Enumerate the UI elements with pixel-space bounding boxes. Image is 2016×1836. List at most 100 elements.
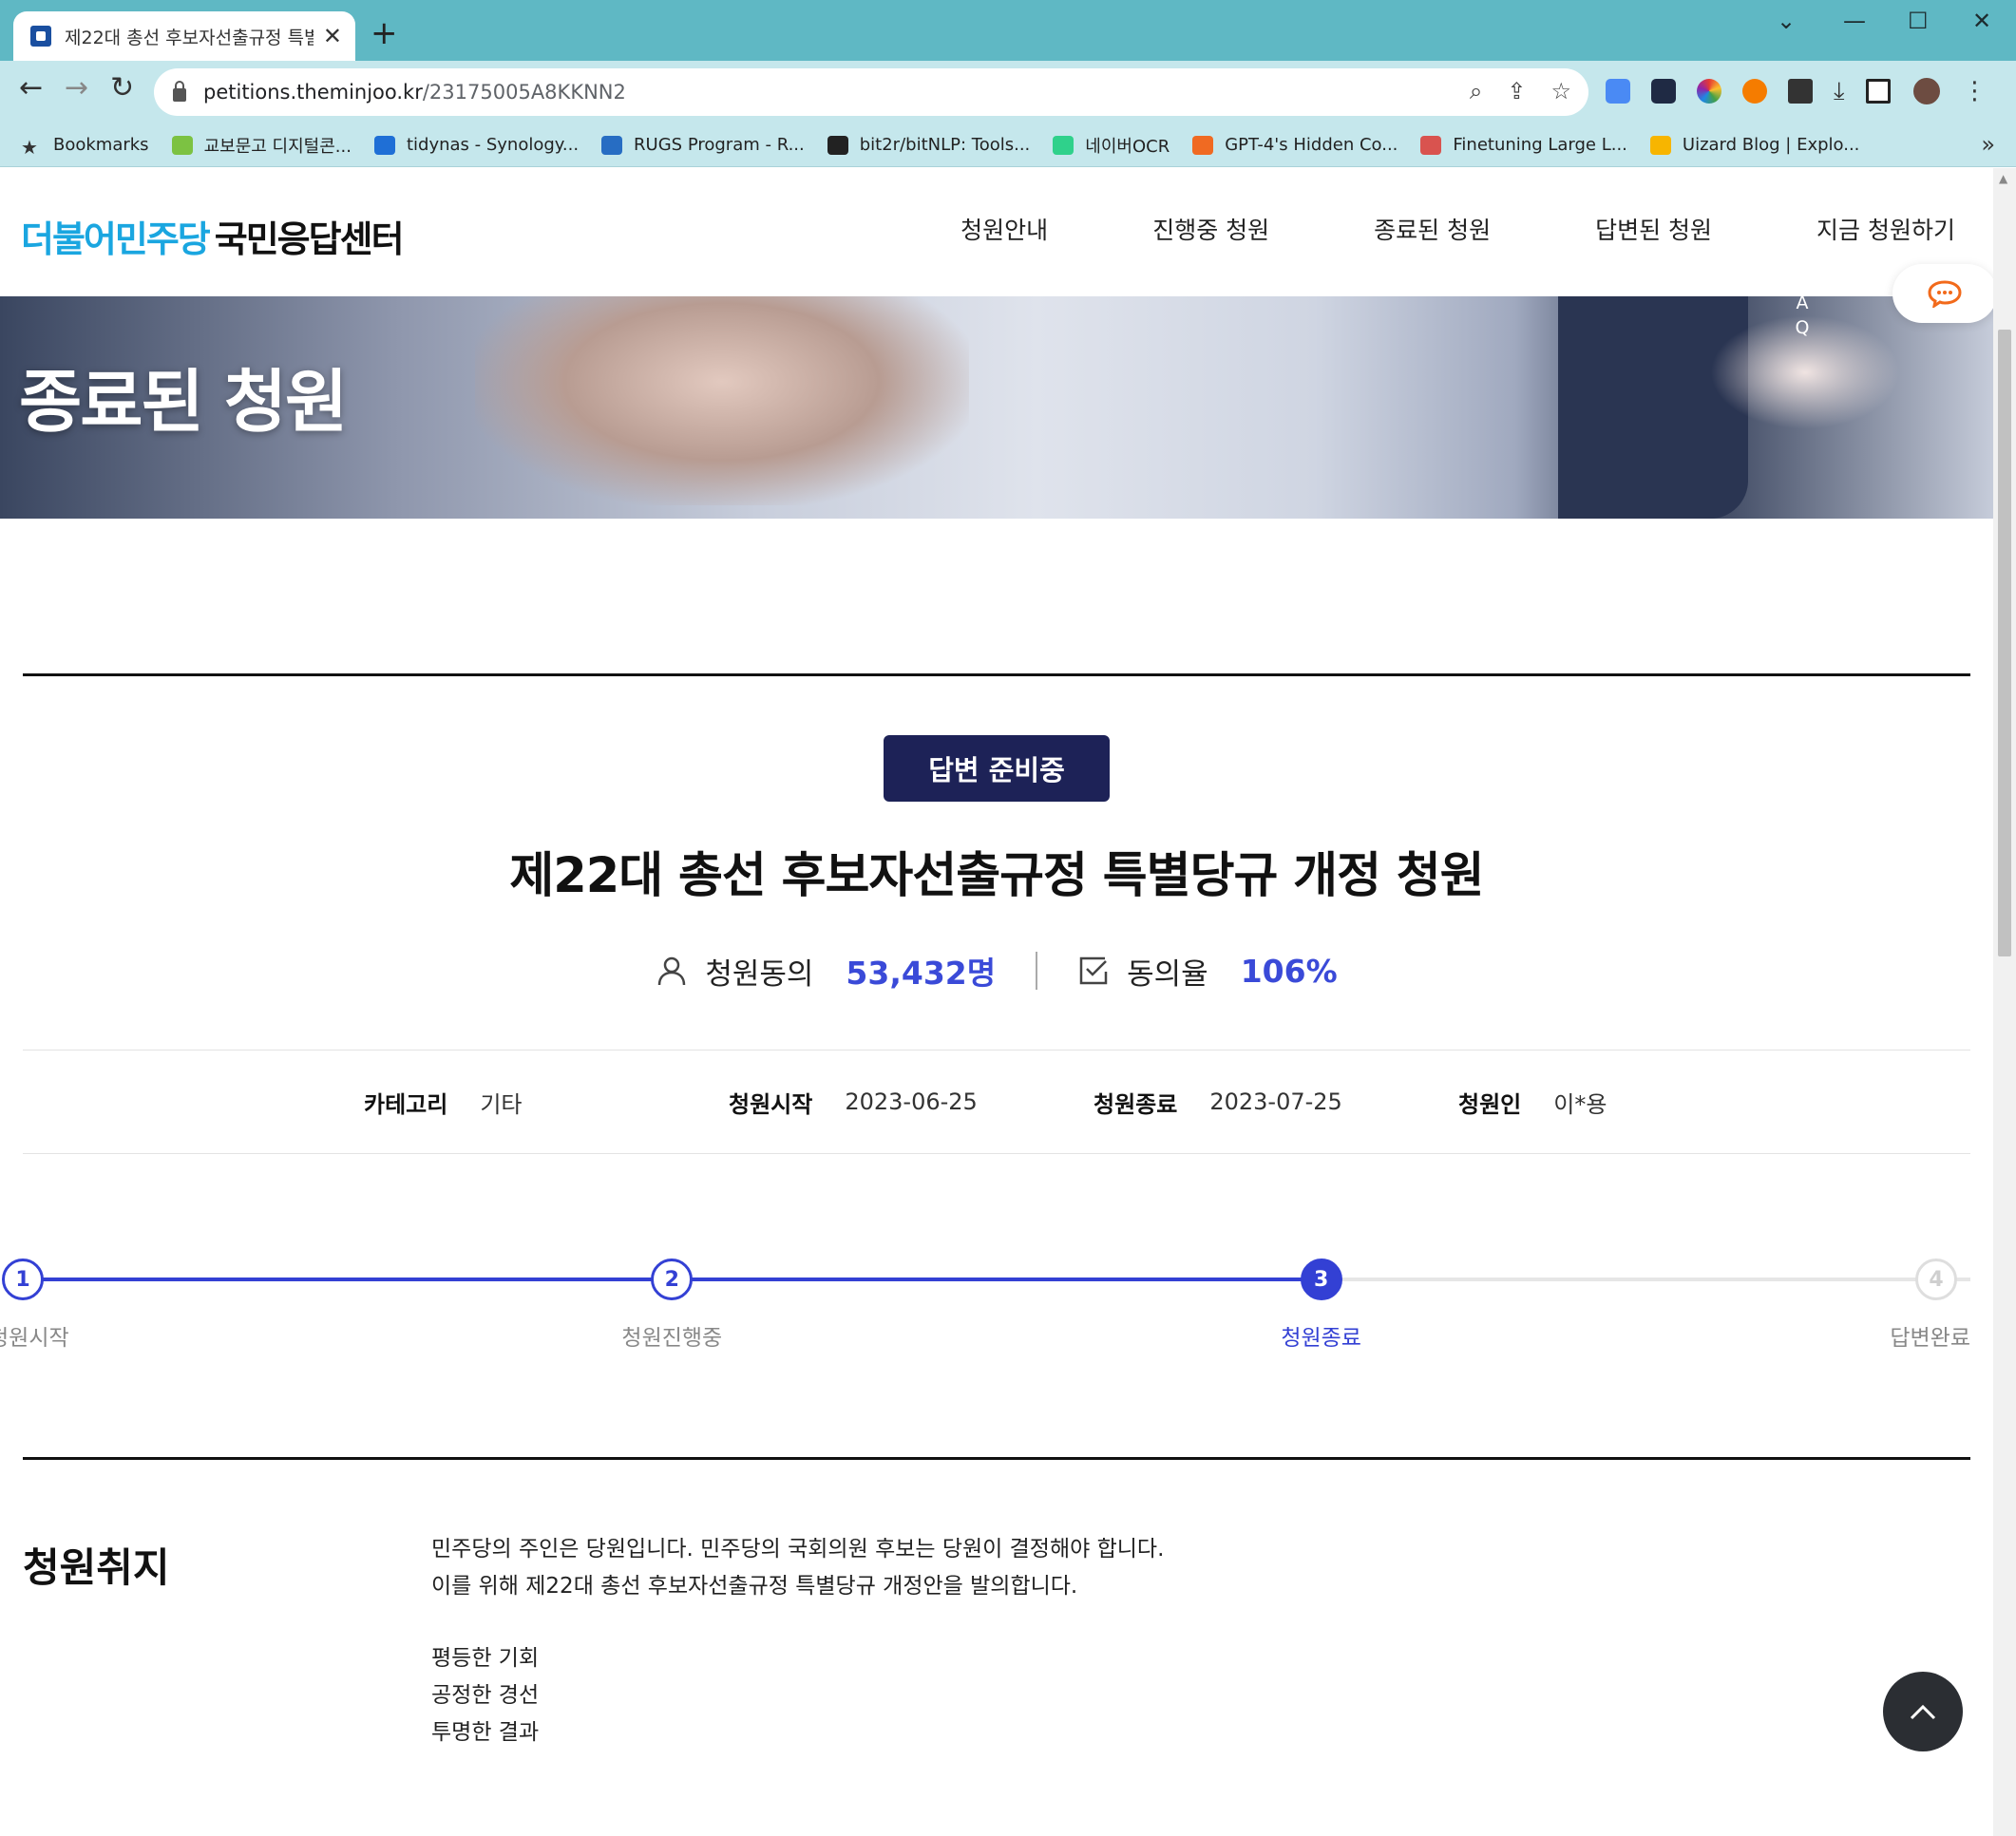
address-bar[interactable]: petitions.theminjoo.kr/23175005A8KKNN2 ⌕… [154,68,1588,116]
translate-extension-icon[interactable] [1606,79,1630,104]
body-line: 이를 위해 제22대 총선 후보자선출규정 특별당규 개정안을 발의합니다. [431,1574,1078,1599]
stats-divider [1036,952,1038,990]
hero-title: 종료된 청원 [19,362,348,442]
category-value: 기타 [480,1090,523,1118]
bookmark-ribbon-icon [1192,135,1214,155]
petition-info-row: 카테고리 기타 청원시작 2023-06-25 청원종료 2023-07-25 … [23,1050,1970,1154]
lock-icon [173,81,186,102]
page-scrollbar[interactable]: ▲ [1993,168,2016,1836]
scroll-up-arrow-icon[interactable]: ▲ [1999,172,2007,185]
faq-letter-q: Q [1795,317,1810,338]
site-logo[interactable]: 더불어민주당 국민응답센터 [21,210,405,262]
browser-tab-strip: 제22대 총선 후보자선출규정 특별 ✕ + ⌄ — ☐ ✕ [0,0,2016,61]
naver-ocr-icon [1053,135,1075,155]
nav-answered[interactable]: 답변된 청원 [1595,212,1712,246]
site-favicon-icon [30,26,51,47]
end-date: 2023-07-25 [1209,1088,1342,1115]
close-window-icon[interactable]: ✕ [1972,8,1991,34]
download-icon[interactable]: ⤓ [1834,77,1845,106]
site-header: 더불어민주당 국민응답센터 청원안내 진행중 청원 종료된 청원 답변된 청원 지… [0,168,1993,296]
tab-search-chevron-icon[interactable]: ⌄ [1777,8,1796,34]
progress-step: 4 답변완료 [1780,1254,1970,1352]
petition-title: 제22대 총선 후보자선출규정 특별당규 개정 청원 [509,848,1484,904]
menu-kebab-icon[interactable]: ⋮ [1963,77,1987,105]
agree-count: 53,432명 [846,955,997,992]
bookmark-item[interactable]: Uizard Blog | Explo... [1649,135,1860,155]
checkbox-icon [1079,956,1108,985]
petition-progress: 1 청원시작 2 청원진행중 3 청원종료 4 답변완료 [0,1254,1970,1368]
status-badge: 답변 준비중 [884,735,1110,802]
more-bookmarks-icon[interactable]: » [1981,131,1995,158]
chat-extension-icon[interactable] [1742,79,1767,104]
bookmark-label: 교보문고 디지털콘... [203,136,352,157]
extensions-puzzle-icon[interactable] [1788,79,1813,104]
info-category: 카테고리 기타 [364,1086,729,1119]
share-icon[interactable]: ⇪ [1507,78,1526,104]
bookmark-item[interactable]: Finetuning Large L... [1420,135,1627,155]
hero-photo-hands [475,296,969,505]
person-icon [658,956,686,986]
start-date: 2023-06-25 [845,1088,978,1115]
shield-extension-icon[interactable] [1651,79,1676,104]
back-icon[interactable]: ← [19,74,43,103]
petition-stats: 청원동의 53,432명 동의율 106% [0,944,1993,997]
content-bottom-rule [23,1457,1970,1460]
chat-bubble-icon [1928,280,1962,308]
tab-close-icon[interactable]: ✕ [323,25,342,47]
github-icon [827,135,848,155]
url-path: /23175005A8KKNN2 [422,81,626,104]
bookmark-item[interactable]: bit2r/bitNLP: Tools... [827,135,1030,155]
bookmark-item[interactable]: 교보문고 디지털콘... [171,133,352,158]
bookmark-item[interactable]: 네이버OCR [1053,133,1170,158]
forward-icon[interactable]: → [65,74,88,103]
maximize-icon[interactable]: ☐ [1908,8,1929,34]
faq-letter-a: A [1796,296,1809,313]
section-title: 청원취지 [23,1544,170,1591]
progress-step: 3 청원종료 [1227,1254,1417,1352]
logo-center-name: 국민응답센터 [214,218,405,260]
profile-avatar[interactable] [1911,76,1942,106]
url-host: petitions.theminjoo.kr [203,81,423,104]
bookmark-star-icon[interactable]: ☆ [1550,78,1571,104]
step-number: 2 [651,1259,694,1300]
chevron-up-icon [1910,1704,1936,1720]
chat-button[interactable] [1892,264,1993,323]
bookmark-item[interactable]: GPT-4's Hidden Co... [1192,135,1398,155]
agree-stat: 청원동의 53,432명 [656,948,996,994]
bookmark-label: Finetuning Large L... [1453,135,1627,155]
bookmark-item[interactable]: RUGS Program - R... [601,135,805,155]
step-number: 3 [1300,1259,1342,1300]
author-label: 청원인 [1458,1090,1522,1118]
browser-tab[interactable]: 제22대 총선 후보자선출규정 특별 ✕ [13,11,355,61]
content-top-rule [23,673,1970,676]
bookmark-label: tidynas - Synology... [406,135,580,155]
nav-ongoing[interactable]: 진행중 청원 [1152,212,1269,246]
scroll-top-button[interactable] [1883,1672,1963,1751]
petition-body: 민주당의 주인은 당원입니다. 민주당의 국회의원 후보는 당원이 결정해야 합… [431,1531,1761,1751]
bookmark-item[interactable]: ★ Bookmarks [21,135,149,159]
zoom-search-icon[interactable]: ⌕ [1470,78,1482,104]
nav-guide[interactable]: 청원안내 [960,212,1048,246]
rate-stat: 동의율 106% [1077,950,1338,993]
step-label: 청원진행중 [621,1326,723,1351]
reload-icon[interactable]: ↻ [110,74,134,103]
new-tab-icon[interactable]: + [371,17,398,49]
end-label: 청원종료 [1094,1090,1178,1118]
color-picker-extension-icon[interactable] [1697,79,1721,104]
step-number: 4 [1915,1259,1957,1300]
bookmark-label: Uizard Blog | Explo... [1682,135,1860,155]
bookmark-item[interactable]: tidynas - Synology... [373,135,580,155]
step-label: 답변완료 [1890,1326,1970,1351]
side-panel-icon[interactable] [1865,79,1891,104]
kyobo-icon [171,135,193,155]
info-end: 청원종료 2023-07-25 [1094,1086,1458,1119]
minimize-icon[interactable]: — [1843,8,1866,34]
scrollbar-thumb[interactable] [1998,330,2011,956]
nav-closed[interactable]: 종료된 청원 [1374,212,1491,246]
bookmark-label: GPT-4's Hidden Co... [1225,135,1398,155]
main-nav: 청원안내 진행중 청원 종료된 청원 답변된 청원 지금 청원하기 [856,212,1955,246]
nav-write-petition[interactable]: 지금 청원하기 [1816,212,1955,246]
body-line: 공정한 경선 [431,1683,540,1708]
faq-link[interactable]: A Q [1792,296,1813,340]
